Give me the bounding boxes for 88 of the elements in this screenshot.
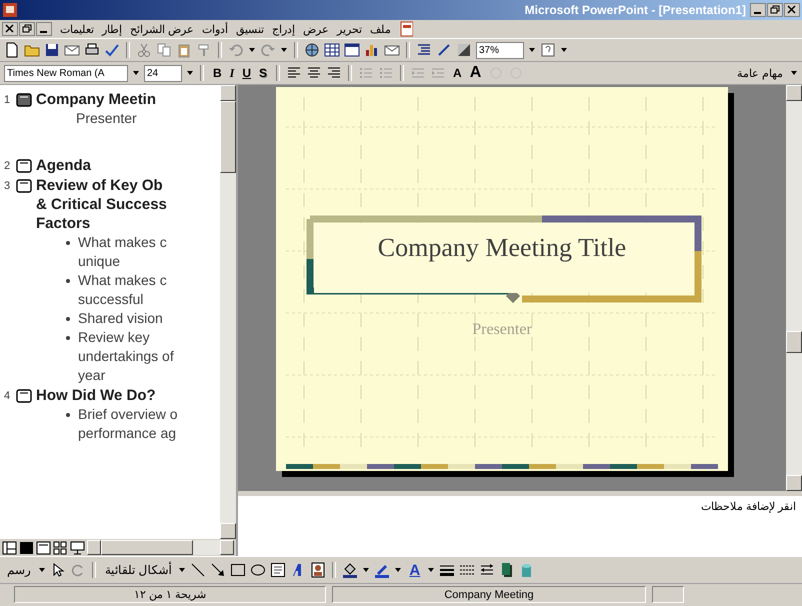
app-icon[interactable]: [2, 2, 18, 18]
slideshow-icon[interactable]: [70, 540, 85, 554]
slide-number: 2: [4, 160, 12, 172]
scrollbar[interactable]: [87, 540, 234, 555]
slide-title[interactable]: Company Meetin: [36, 90, 156, 109]
draw-menu[interactable]: رسم: [4, 561, 34, 579]
slide-title[interactable]: How Did We Do?: [36, 386, 156, 405]
table-icon[interactable]: [324, 42, 340, 58]
text-box-icon[interactable]: [270, 562, 286, 578]
slide-icon[interactable]: [16, 389, 32, 403]
menu-item[interactable]: تنسيق: [236, 22, 264, 36]
arrow-icon[interactable]: [210, 562, 226, 578]
menu-item[interactable]: عرض الشرائح: [130, 22, 194, 36]
tasks-menu[interactable]: مهام عامة: [734, 64, 786, 82]
restore-icon[interactable]: [767, 3, 783, 17]
outline-view-icon[interactable]: [19, 540, 34, 554]
bold-button[interactable]: B: [210, 64, 225, 82]
menu-item[interactable]: تحرير: [337, 22, 362, 36]
help-icon[interactable]: [540, 42, 556, 58]
status-text: Company Meeting: [332, 586, 646, 603]
clipboard-icon[interactable]: [176, 42, 192, 58]
minimize-icon[interactable]: [750, 3, 766, 17]
slide-number: 1: [4, 94, 12, 106]
scrollbar[interactable]: [220, 85, 236, 539]
scissors-icon[interactable]: [136, 42, 152, 58]
minimize-icon[interactable]: [36, 22, 52, 36]
new-document-icon[interactable]: [4, 42, 20, 58]
rectangle-icon[interactable]: [230, 562, 246, 578]
slide-number: 3: [4, 180, 12, 192]
slide-subtitle: Presenter: [471, 321, 533, 339]
restore-icon[interactable]: [19, 22, 35, 36]
check-icon[interactable]: [104, 42, 120, 58]
bullet-icon: [66, 413, 70, 417]
bullet-text: Brief overview o performance ag: [78, 405, 178, 443]
font-color-button[interactable]: A: [406, 561, 424, 579]
picture-icon[interactable]: [310, 562, 326, 578]
menu-item[interactable]: ملف: [370, 22, 392, 36]
window-title: Microsoft PowerPoint - [Presentation1]: [524, 3, 746, 17]
fill-bucket-icon[interactable]: [342, 562, 358, 578]
chart-icon[interactable]: [364, 42, 380, 58]
bullet-text: What makes c unique: [78, 233, 167, 271]
document-icon[interactable]: [399, 21, 414, 37]
menu-item[interactable]: تعليمات: [60, 22, 94, 36]
window-icon[interactable]: [344, 42, 360, 58]
line-icon[interactable]: [190, 562, 206, 578]
underline-button[interactable]: U: [239, 64, 254, 82]
save-icon[interactable]: [44, 42, 60, 58]
scrollbar[interactable]: [786, 85, 802, 491]
autoshapes-menu[interactable]: أشكال تلقائية: [102, 561, 174, 579]
normal-view-icon[interactable]: [2, 540, 17, 554]
menu-item[interactable]: إطار: [102, 22, 122, 36]
globe-icon[interactable]: [304, 42, 320, 58]
bullet-text: Shared vision: [78, 309, 163, 328]
close-icon[interactable]: [784, 3, 800, 17]
shadow-button[interactable]: S: [256, 64, 270, 82]
slide-icon[interactable]: [16, 179, 32, 193]
copy-icon[interactable]: [156, 42, 172, 58]
slide-icon[interactable]: [16, 159, 32, 173]
oval-icon[interactable]: [250, 562, 266, 578]
slide-view-icon[interactable]: [36, 540, 51, 554]
slide-number: 4: [4, 390, 12, 402]
notes-placeholder: انقر لإضافة ملاحظات: [700, 500, 796, 513]
status-panel: [652, 586, 684, 603]
italic-button[interactable]: I: [226, 64, 238, 82]
grayscale-icon[interactable]: [456, 42, 472, 58]
bullet-icon: [66, 336, 70, 340]
lines-icon[interactable]: [416, 42, 432, 58]
close-icon[interactable]: [2, 22, 18, 36]
increase-font-button[interactable]: A: [450, 64, 465, 82]
menu-item[interactable]: أدوات: [202, 22, 228, 36]
menu-item[interactable]: إدراج: [272, 22, 296, 36]
menu-item[interactable]: عرض: [303, 22, 330, 36]
font-box[interactable]: Times New Roman (A: [4, 64, 128, 82]
outline-subtitle: Presenter: [75, 109, 138, 128]
status-text: شريحة ١ من ١٢: [14, 586, 326, 603]
slide-icon[interactable]: [16, 93, 32, 107]
sorter-view-icon[interactable]: [53, 540, 68, 554]
zoom-box[interactable]: 37%: [476, 42, 524, 58]
bullet-text: What makes c successful: [78, 271, 167, 309]
bullet-icon: [66, 317, 70, 321]
font-size-box[interactable]: 24: [144, 64, 182, 82]
bullet-icon: [66, 241, 70, 245]
slide-title[interactable]: Review of Key Ob & Critical Success Factors: [36, 176, 167, 233]
slide-title-text: Company Meeting Title: [376, 233, 628, 263]
bullet-text: Review key undertakings of year: [78, 328, 174, 385]
decrease-font-button[interactable]: A: [466, 64, 484, 82]
bullet-icon: [66, 279, 70, 283]
slide-title[interactable]: Agenda: [36, 156, 92, 175]
